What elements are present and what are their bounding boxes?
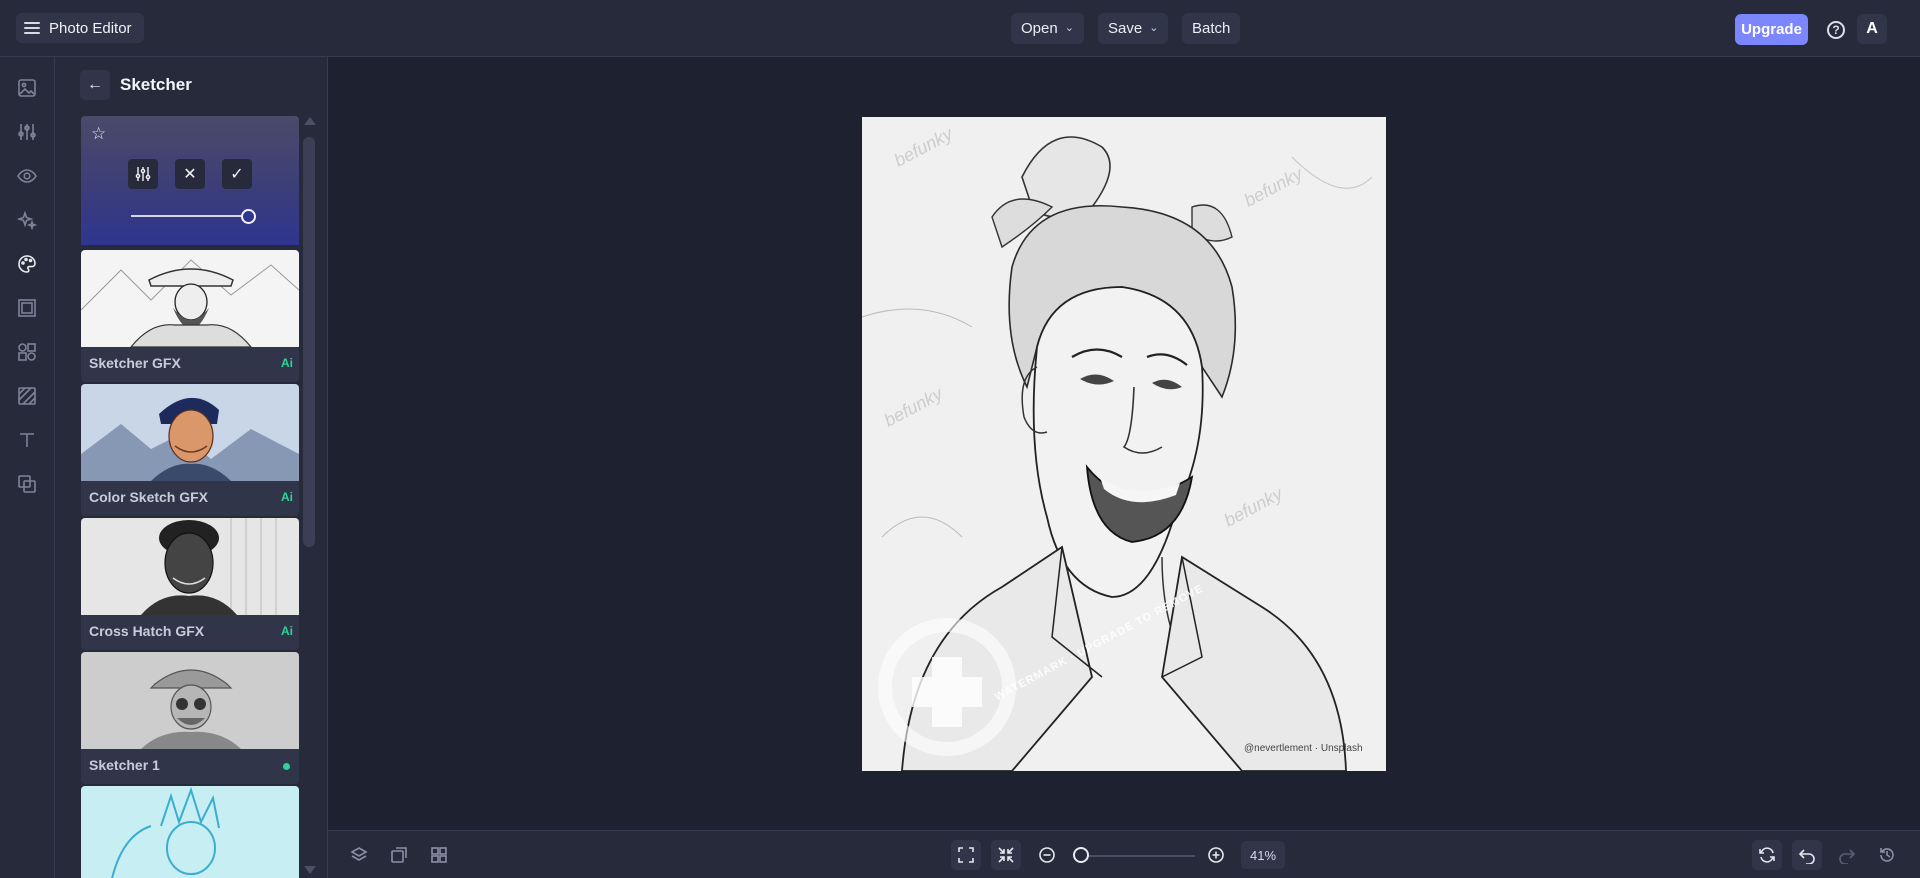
- canvas-area[interactable]: befunky befunky befunky befunky WATERMAR…: [328, 57, 1920, 830]
- filter-thumbnail: [81, 518, 299, 615]
- zoom-in-icon: [1208, 847, 1224, 863]
- top-bar: Photo Editor Open ⌄ Save ⌄ Batch Upgrade…: [0, 0, 1920, 57]
- filter-thumbnail: [81, 384, 299, 481]
- favorite-star-icon[interactable]: ☆: [91, 124, 106, 144]
- compare-button[interactable]: [384, 840, 414, 870]
- panel-title: Sketcher: [120, 75, 192, 94]
- app-title: Photo Editor: [49, 19, 132, 37]
- effect-amount-slider-knob[interactable]: [241, 209, 256, 224]
- undo-button[interactable]: [1792, 840, 1822, 870]
- actual-size-button[interactable]: [991, 840, 1021, 870]
- help-button[interactable]: ?: [1820, 15, 1852, 44]
- upgrade-button[interactable]: Upgrade: [1735, 14, 1808, 45]
- scroll-up-icon[interactable]: [304, 117, 316, 125]
- batch-button[interactable]: Batch: [1182, 13, 1241, 44]
- check-icon: ✓: [230, 166, 244, 183]
- filter-name: Cross Hatch GFX: [89, 623, 205, 639]
- chevron-down-icon: ⌄: [1149, 22, 1159, 34]
- filter-name: Sketcher 1: [89, 757, 160, 773]
- scroll-down-icon[interactable]: [304, 866, 316, 874]
- filter-card-sketcher-gfx[interactable]: Sketcher GFX Ai: [81, 250, 299, 382]
- zoom-slider-knob[interactable]: [1073, 847, 1089, 863]
- texture-icon[interactable]: [16, 385, 38, 407]
- ai-badge: Ai: [281, 624, 293, 638]
- panel-scrollbar[interactable]: [303, 117, 316, 878]
- sliders-icon: [135, 167, 151, 181]
- undo-icon: [1798, 849, 1815, 864]
- arrow-left-icon: ←: [87, 76, 103, 93]
- effect-amount-slider-track[interactable]: [131, 215, 249, 217]
- zoom-in-button[interactable]: [1201, 840, 1231, 870]
- photo-credit: @nevertlement · Unsplash: [1244, 743, 1363, 754]
- effect-settings-card: ☆ ✕ ✓: [81, 116, 299, 245]
- tool-rail: [0, 57, 55, 878]
- reset-button[interactable]: [1752, 840, 1782, 870]
- save-menu-label: Save: [1108, 20, 1143, 37]
- filter-thumbnail: [81, 250, 299, 348]
- refresh-icon: [1759, 847, 1775, 863]
- save-menu-button[interactable]: Save ⌄: [1098, 13, 1169, 44]
- grid-button[interactable]: [424, 840, 454, 870]
- filter-thumbnail: [81, 786, 299, 878]
- close-icon: ✕: [183, 166, 197, 183]
- shrink-icon: [998, 847, 1014, 863]
- chevron-down-icon: ⌄: [1064, 22, 1074, 34]
- filter-card-sketcher-1[interactable]: Sketcher 1: [81, 652, 299, 784]
- bottom-toolbar: 41%: [328, 830, 1920, 878]
- shapes-icon[interactable]: [16, 341, 38, 363]
- back-button[interactable]: ←: [80, 70, 110, 100]
- filter-card-5[interactable]: [81, 786, 299, 878]
- filter-card-cross-hatch-gfx[interactable]: Cross Hatch GFX Ai: [81, 518, 299, 650]
- filter-name: Sketcher GFX: [89, 355, 181, 371]
- image-icon[interactable]: [16, 77, 38, 99]
- sketch-image: [862, 117, 1386, 771]
- fit-screen-button[interactable]: [951, 840, 981, 870]
- help-icon: ?: [1827, 20, 1845, 39]
- redo-icon: [1839, 849, 1856, 864]
- text-icon[interactable]: [16, 429, 38, 451]
- palette-icon[interactable]: [16, 253, 38, 275]
- layers-icon: [350, 847, 368, 861]
- zoom-out-button[interactable]: [1032, 840, 1062, 870]
- zoom-slider-track[interactable]: [1083, 855, 1195, 857]
- hamburger-icon: [24, 22, 40, 34]
- history-button[interactable]: [1872, 840, 1902, 870]
- sliders-icon[interactable]: [16, 121, 38, 143]
- redo-button[interactable]: [1832, 840, 1862, 870]
- cancel-effect-button[interactable]: ✕: [175, 159, 205, 189]
- eye-icon[interactable]: [16, 165, 38, 187]
- photo-canvas[interactable]: befunky befunky befunky befunky WATERMAR…: [862, 117, 1386, 771]
- apply-effect-button[interactable]: ✓: [222, 159, 252, 189]
- zoom-out-icon: [1039, 847, 1055, 863]
- ai-badge: Ai: [281, 356, 293, 370]
- open-menu-button[interactable]: Open ⌄: [1011, 13, 1084, 44]
- main-menu-button[interactable]: Photo Editor: [16, 13, 144, 43]
- zoom-level[interactable]: 41%: [1241, 841, 1285, 869]
- filter-thumbnail: [81, 652, 299, 749]
- ai-badge: Ai: [281, 490, 293, 504]
- grid-icon: [431, 847, 447, 863]
- image-compare-icon: [391, 847, 407, 863]
- fullscreen-icon: [958, 847, 974, 863]
- filter-card-color-sketch-gfx[interactable]: Color Sketch GFX Ai: [81, 384, 299, 516]
- frame-icon[interactable]: [16, 297, 38, 319]
- layers-button[interactable]: [344, 840, 374, 870]
- history-icon: [1880, 848, 1894, 862]
- overlay-icon[interactable]: [16, 473, 38, 495]
- batch-label: Batch: [1192, 20, 1231, 37]
- effects-panel: ← Sketcher ☆ ✕ ✓ Sketcher GFX Ai Color S…: [55, 57, 328, 878]
- effect-settings-button[interactable]: [128, 159, 158, 189]
- open-menu-label: Open: [1021, 20, 1058, 37]
- status-dot: [283, 763, 290, 770]
- scroll-thumb[interactable]: [303, 137, 315, 547]
- filter-name: Color Sketch GFX: [89, 489, 209, 505]
- avatar[interactable]: A: [1857, 14, 1887, 44]
- sparkles-icon[interactable]: [16, 209, 38, 231]
